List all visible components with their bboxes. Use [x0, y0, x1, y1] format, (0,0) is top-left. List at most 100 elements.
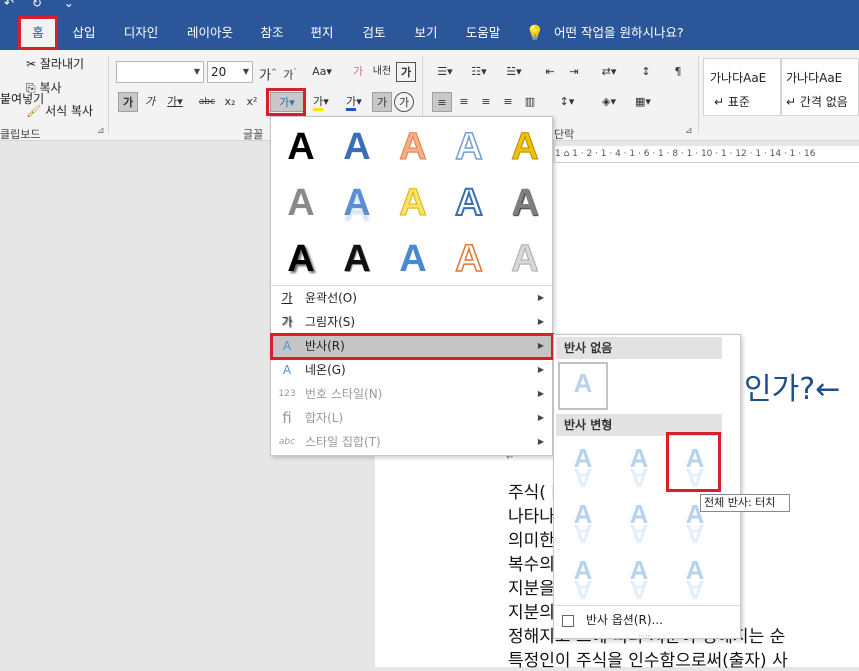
- reflection-variation-1[interactable]: AA: [562, 443, 604, 495]
- asian-layout-icon[interactable]: ⇄▾: [594, 62, 624, 82]
- reflection-variation-3[interactable]: AA: [674, 443, 716, 495]
- style-normal[interactable]: 가나다AaE ↵ 표준: [703, 58, 781, 116]
- font-size-combo[interactable]: 20 ▼: [207, 61, 253, 83]
- subscript-button[interactable]: x₂: [220, 92, 240, 112]
- menu-item-glow[interactable]: A 네온(G) ▶: [271, 358, 552, 382]
- effect-style-7[interactable]: A: [333, 179, 381, 227]
- effect-style-9[interactable]: A: [445, 179, 493, 227]
- effect-style-15[interactable]: A: [501, 235, 549, 283]
- reflection-icon: A: [282, 339, 292, 353]
- reflection-options-label: 반사 옵션(R)...: [585, 613, 663, 627]
- grow-font-button[interactable]: 가^: [258, 62, 278, 83]
- strikethrough-button[interactable]: abc: [194, 92, 220, 112]
- phonetic-guide-button[interactable]: 내천: [372, 62, 392, 82]
- align-left-icon[interactable]: ≡: [432, 92, 452, 112]
- tab-mailings[interactable]: 편지: [300, 18, 344, 48]
- justify-icon[interactable]: ≡: [498, 92, 518, 112]
- shrink-font-icon: 가: [283, 68, 294, 82]
- menu-item-stylistic-sets[interactable]: abc 스타일 집합(T) ▶: [271, 430, 552, 454]
- tab-help[interactable]: 도움말: [456, 18, 510, 48]
- menu-item-label: 스타일 집합(T): [305, 435, 381, 449]
- effect-style-6[interactable]: A: [277, 179, 325, 227]
- copy-button[interactable]: ⎘ 복사: [26, 79, 62, 96]
- effect-style-2[interactable]: A: [333, 123, 381, 171]
- effect-style-13[interactable]: A: [389, 235, 437, 283]
- tab-view[interactable]: 보기: [404, 18, 448, 48]
- effect-style-10[interactable]: A: [501, 179, 549, 227]
- style-no-spacing-name: ↵ 간격 없음: [786, 95, 848, 109]
- copy-icon: ⎘: [26, 81, 36, 95]
- character-border-button[interactable]: 가: [396, 62, 416, 82]
- increase-indent-icon[interactable]: ⇥: [564, 62, 584, 82]
- font-color-button[interactable]: 가▾: [340, 92, 368, 112]
- style-no-spacing[interactable]: 가나다AaE ↵ 간격 없음: [781, 58, 859, 116]
- effect-style-4[interactable]: A: [445, 123, 493, 171]
- format-painter-button[interactable]: 🖌 서식 복사: [26, 102, 93, 119]
- tell-me-search[interactable]: 어떤 작업을 원하시나요?: [554, 18, 694, 48]
- chevron-right-icon: ▶: [537, 389, 544, 398]
- sort-icon[interactable]: ↕: [636, 62, 656, 82]
- text-effects-button[interactable]: 가▾: [270, 92, 304, 112]
- distributed-icon[interactable]: ▥: [520, 92, 540, 112]
- shadow-icon: 가: [281, 315, 293, 329]
- menu-item-shadow[interactable]: 가 그림자(S) ▶: [271, 310, 552, 334]
- chevron-right-icon: ▶: [537, 365, 544, 374]
- undo-icon[interactable]: ↶: [4, 0, 14, 10]
- horizontal-ruler[interactable]: 1 ⌂ 1 · 2 · 1 · 4 · 1 · 6 · 1 · 8 · 1 · …: [555, 146, 859, 163]
- align-center-icon[interactable]: ≡: [454, 92, 474, 112]
- bullets-icon[interactable]: ☰▾: [430, 62, 460, 82]
- show-marks-icon[interactable]: ¶: [668, 62, 688, 82]
- customize-qat-icon[interactable]: ⌄: [64, 0, 74, 10]
- menu-item-ligatures[interactable]: fi 합자(L) ▶: [271, 406, 552, 430]
- redo-icon[interactable]: ↻: [32, 0, 42, 10]
- clipboard-launcher-icon[interactable]: ⊿: [97, 126, 105, 136]
- paragraph-launcher-icon[interactable]: ⊿: [685, 126, 693, 136]
- effect-style-1[interactable]: A: [277, 123, 325, 171]
- menu-item-outline[interactable]: 가 윤곽선(O) ▶: [271, 286, 552, 310]
- reflection-variation-7[interactable]: AA: [562, 555, 604, 607]
- underline-button[interactable]: 가▾: [162, 92, 188, 112]
- menu-item-reflection[interactable]: A 반사(R) ▶: [271, 334, 552, 358]
- shrink-font-button[interactable]: 가ˇ: [280, 62, 300, 82]
- shading-icon[interactable]: ◈▾: [594, 92, 624, 112]
- cut-button[interactable]: ✂ 잘라내기: [26, 55, 84, 72]
- resize-grip-icon[interactable]: ⋯⋯: [638, 632, 652, 640]
- effect-style-8[interactable]: A: [389, 179, 437, 227]
- italic-button[interactable]: 가: [140, 92, 160, 112]
- tooltip: 전체 반사: 터치: [700, 494, 790, 512]
- numbering-icon[interactable]: ☷▾: [464, 62, 494, 82]
- highlight-color-button[interactable]: 가▾: [306, 92, 336, 112]
- tab-references[interactable]: 참조: [252, 18, 292, 48]
- effect-style-5[interactable]: A: [501, 123, 549, 171]
- multilevel-list-icon[interactable]: ☱▾: [498, 62, 530, 82]
- tab-home[interactable]: 홈: [20, 18, 56, 48]
- enclose-characters-button[interactable]: 가: [394, 92, 414, 112]
- decrease-indent-icon[interactable]: ⇤: [540, 62, 560, 82]
- tab-insert[interactable]: 삽입: [64, 18, 104, 48]
- change-case-button[interactable]: Aa▾: [308, 62, 336, 82]
- tab-design[interactable]: 디자인: [114, 18, 168, 48]
- effect-style-14[interactable]: A: [445, 235, 493, 283]
- menu-item-number-style[interactable]: 123 번호 스타일(N) ▶: [271, 382, 552, 406]
- effect-style-12[interactable]: A: [333, 235, 381, 283]
- borders-icon[interactable]: ▦▾: [628, 92, 658, 112]
- effect-style-11[interactable]: A: [277, 235, 325, 283]
- tab-review[interactable]: 검토: [352, 18, 396, 48]
- reflection-variation-2[interactable]: AA: [618, 443, 660, 495]
- no-reflection-option[interactable]: A: [558, 362, 608, 410]
- reflection-variation-8[interactable]: AA: [618, 555, 660, 607]
- chevron-right-icon: ▶: [537, 341, 544, 350]
- bold-button[interactable]: 가: [118, 92, 138, 112]
- line-spacing-icon[interactable]: ↕▾: [552, 92, 582, 112]
- character-shading-button[interactable]: 가: [372, 92, 392, 112]
- superscript-button[interactable]: x²: [242, 92, 262, 112]
- reflection-variation-4[interactable]: AA: [562, 499, 604, 551]
- reflection-options-item[interactable]: 반사 옵션(R)...: [558, 609, 738, 631]
- reflection-variation-5[interactable]: AA: [618, 499, 660, 551]
- reflection-variation-9[interactable]: AA: [674, 555, 716, 607]
- effect-style-3[interactable]: A: [389, 123, 437, 171]
- align-right-icon[interactable]: ≡: [476, 92, 496, 112]
- tab-layout[interactable]: 레이아웃: [178, 18, 242, 48]
- font-name-combo[interactable]: ▼: [116, 61, 204, 83]
- clear-formatting-button[interactable]: 가: [348, 62, 368, 82]
